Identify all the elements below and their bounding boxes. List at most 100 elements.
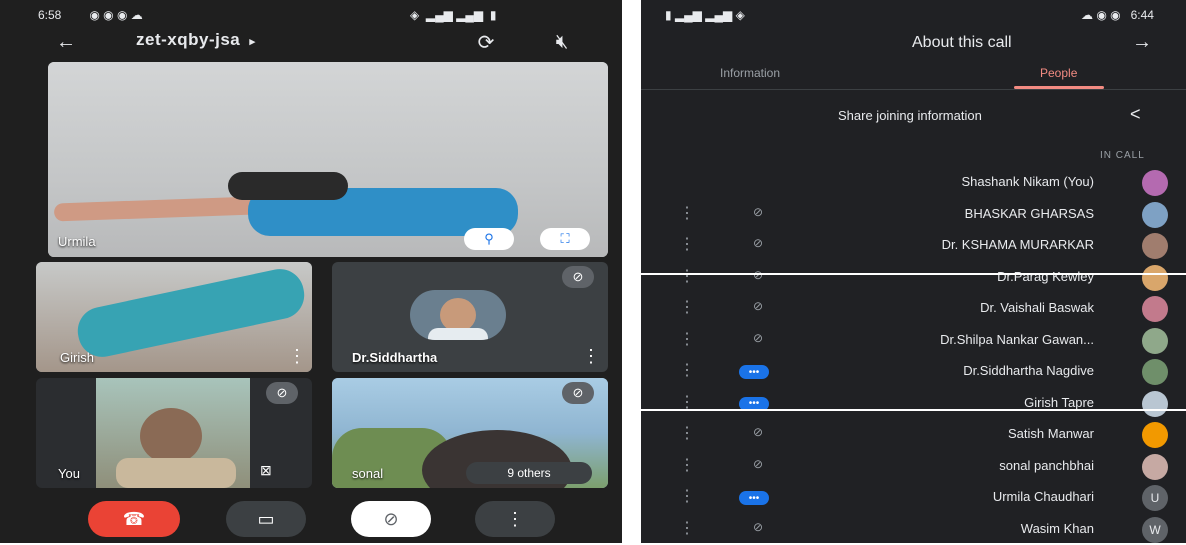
participant-row[interactable]: sonal panchbhai ⊘ ⋮ [641, 452, 1186, 482]
signal-icon: ▂▄▆ ▂▄▆ [674, 8, 733, 22]
avatar [1142, 359, 1168, 385]
system-icons: ▮ ▂▄▆ ▂▄▆ ◈ [665, 4, 745, 26]
fullscreen-icon[interactable]: ⛶ [540, 228, 590, 250]
more-options-icon[interactable]: ⋮ [288, 346, 306, 367]
share-joining-info-label[interactable]: Share joining information [838, 108, 982, 123]
others-count-label: 9 others [507, 466, 551, 480]
panel-title: About this call [912, 34, 1012, 51]
avatar-initial: W [1149, 522, 1161, 537]
more-options-button[interactable]: ⋮ [475, 501, 555, 537]
participant-row[interactable]: Dr.Parag Kewley⊘⋮ [641, 263, 1186, 293]
section-label: IN CALL [1100, 150, 1145, 161]
phone-hangup-icon: ☎ [122, 508, 146, 529]
speaker-off-icon[interactable]: 🔇︎ [548, 28, 576, 56]
status-bar: ☁ ◉ ◉ 6:44 [1081, 4, 1154, 26]
participant-name: Dr.Shilpa Nankar Gawan... [940, 331, 1094, 347]
avatar-initial: U [1150, 491, 1160, 505]
participant-row[interactable]: BHASKAR GHARSAS ⊘ ⋮ [641, 200, 1186, 230]
video-head [228, 172, 348, 200]
tab-people[interactable]: People [1040, 66, 1077, 80]
chevron-right-icon: ▸ [249, 36, 256, 48]
others-count-chip[interactable]: 9 others [466, 462, 592, 484]
status-bar: 6:58 ◉ ◉ ◉ ☁ [38, 4, 143, 26]
participant-tile[interactable]: Girish ⋮ [36, 262, 312, 372]
more-options-icon[interactable]: ⋮ [679, 329, 695, 349]
signal-icon: ▂▄▆ ▂▄▆ [425, 8, 484, 22]
camera-toggle-button[interactable]: ▭ [226, 501, 306, 537]
back-arrow-icon[interactable]: ← [52, 28, 80, 56]
system-icons: ◈ ▂▄▆ ▂▄▆ ▮ [410, 4, 496, 26]
participants-list: Shashank Nikam (You) BHASKAR GHARSAS ⊘ ⋮ Dr.… [641, 168, 1186, 543]
participant-name: Dr.Siddhartha Nagdive [963, 363, 1094, 378]
participant-tile-large[interactable]: Urmila ⚲ ⛶ [48, 62, 608, 257]
participant-row[interactable]: Satish Manwar ⊘ ⋮ [641, 420, 1186, 450]
mic-off-icon: ⊘ [753, 299, 764, 313]
participant-row[interactable]: Shashank Nikam (You) [641, 168, 1186, 198]
participant-row[interactable]: Dr. Vaishali Baswak ⊘ ⋮ [641, 294, 1186, 324]
participant-name: sonal [352, 466, 384, 481]
battery-icon: ▮ [665, 8, 672, 22]
divider [622, 0, 641, 543]
avatar: U [1142, 485, 1168, 511]
video-feed [96, 378, 250, 488]
avatar [1142, 453, 1168, 480]
participant-row[interactable]: Dr. KSHAMA MURARKAR ⊘ ⋮ [641, 231, 1186, 261]
more-options-icon[interactable]: ⋮ [679, 423, 695, 443]
tab-information[interactable]: Information [720, 66, 780, 80]
status-time: 6:58 [38, 8, 62, 22]
video-camera-icon: ▭ [257, 508, 275, 529]
tab-divider [641, 89, 1186, 90]
participant-row[interactable]: Girish Tapre ••• ⋮ [641, 389, 1186, 419]
mic-off-icon: ⊘ [753, 456, 764, 471]
avatar [1142, 264, 1168, 291]
battery-icon: ▮ [489, 8, 497, 22]
share-icon[interactable]: < [1130, 104, 1141, 125]
white-divider [641, 409, 1186, 411]
more-options-icon[interactable]: ⋮ [679, 486, 695, 506]
participant-name: Dr. KSHAMA MURARKAR [941, 237, 1094, 252]
mic-off-icon: ⊘ [753, 204, 764, 219]
mic-off-icon: ⊘ [562, 382, 594, 404]
participant-row[interactable]: W Wasim Khan ⊘ ⋮ [641, 515, 1186, 545]
wifi-icon: ◈ [410, 8, 420, 22]
participant-row[interactable]: Dr.Siddhartha Nagdive ••• ⋮ [641, 357, 1186, 387]
more-options-icon[interactable]: ⋮ [679, 518, 695, 538]
status-time: 6:44 [1130, 8, 1154, 22]
more-options-icon[interactable]: ⋮ [679, 455, 695, 475]
camera-off-icon[interactable]: ⊠ [260, 462, 272, 479]
mic-off-icon: ⊘ [266, 382, 298, 404]
pin-icon[interactable]: ⚲ [464, 228, 514, 250]
switch-camera-icon[interactable]: ⟳ [472, 28, 500, 56]
back-arrow-icon[interactable]: → [1128, 28, 1156, 56]
participant-name: sonal panchbhai [999, 457, 1094, 473]
avatar [1142, 296, 1168, 322]
more-options-icon[interactable]: ⋮ [679, 297, 695, 317]
participant-name: You [58, 466, 80, 481]
mic-off-icon: ⊘ [562, 266, 594, 288]
participant-name: Satish Manwar [1008, 426, 1094, 441]
self-view-tile[interactable]: ⊘ You ⊠ [36, 378, 312, 488]
more-options-icon[interactable]: ⋮ [679, 360, 695, 380]
mic-off-icon: ⊘ [753, 519, 764, 534]
participant-name: Dr.Siddhartha [352, 350, 438, 365]
more-options-icon[interactable]: ⋮ [679, 203, 695, 223]
avatar [1142, 422, 1168, 448]
participant-tile[interactable]: ⊘ Dr.Siddhartha ⋮ [332, 262, 608, 372]
avatar [1142, 233, 1168, 259]
mic-off-icon: ⊘ [753, 330, 764, 345]
meeting-code[interactable]: zet-xqby-jsa ▸ [136, 30, 256, 50]
avatar [1142, 201, 1168, 228]
participant-name: Urmila Chaudhari [992, 489, 1094, 504]
participant-row[interactable]: U Urmila Chaudhari ••• ⋮ [641, 483, 1186, 513]
participant-tile[interactable]: ⊘ sonal 9 others [332, 378, 608, 488]
participant-name: BHASKAR GHARSAS [964, 205, 1094, 221]
mic-off-icon: ⊘ [753, 425, 764, 439]
mic-toggle-button[interactable]: ⊘ [351, 501, 431, 537]
more-options-icon[interactable]: ⋮ [679, 266, 695, 286]
participant-row[interactable]: Dr.Shilpa Nankar Gawan... ⊘ ⋮ [641, 326, 1186, 356]
end-call-button[interactable]: ☎ [88, 501, 180, 537]
mic-off-icon: ⊘ [753, 236, 764, 250]
more-options-icon[interactable]: ⋮ [679, 234, 695, 254]
more-options-icon[interactable]: ⋮ [582, 346, 600, 367]
avatar [1142, 327, 1168, 354]
